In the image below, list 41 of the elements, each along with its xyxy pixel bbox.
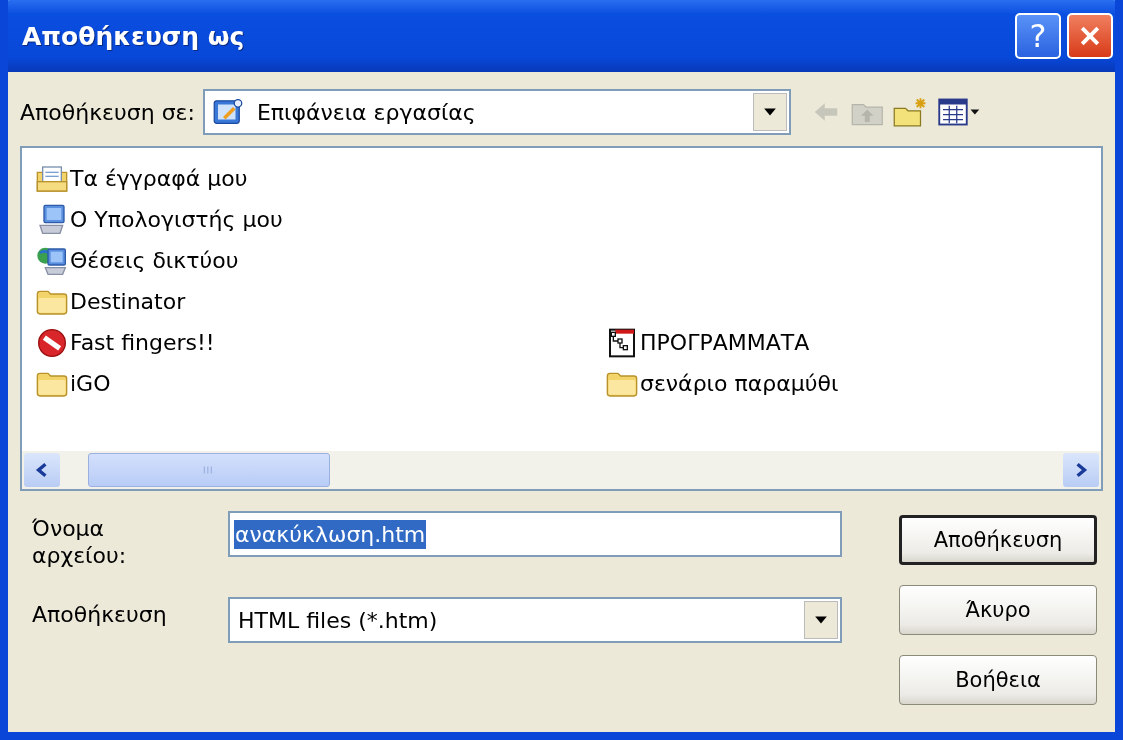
file-name: iGO [70,371,111,396]
file-name: Fast fingers!! [70,330,215,355]
dialog-button[interactable]: Άκυρο [899,585,1097,635]
prohibited-icon [36,326,68,359]
scroll-left-button[interactable] [24,453,60,487]
scroll-right-button[interactable] [1063,453,1099,487]
view-menu-icon [938,97,981,127]
file-name: ΠΡΟΓΡΑΜΜΑΤΑ [640,330,810,355]
help-button[interactable]: ? [1015,13,1061,59]
computer-icon [36,203,68,236]
scrollbar-thumb[interactable] [88,453,330,487]
new-folder-icon [893,97,929,127]
chevron-right-icon [1074,462,1088,478]
window-title: Αποθήκευση ως [22,21,245,51]
file-item[interactable]: Destinator [36,281,606,322]
save-in-dropdown[interactable]: Επιφάνεια εργασίας [202,89,791,135]
file-item[interactable]: iGO [36,363,606,404]
file-name: Destinator [70,289,186,314]
save-as-type-label: Αποθήκευση [32,601,168,628]
file-name: Θέσεις δικτύου [70,248,239,273]
file-name-field[interactable]: ανακύκλωση.htm [228,511,842,557]
desktop-icon [212,97,243,127]
dialog-button[interactable]: Βοήθεια [899,655,1097,705]
save-in-label: Αποθήκευση σε: [20,99,195,125]
file-item[interactable]: Ο Υπολογιστής μου [36,199,606,240]
file-item[interactable]: σενάριο παραμύθι [606,363,1086,404]
close-button[interactable] [1067,13,1113,59]
file-item[interactable]: ΠΡΟΓΡΑΜΜΑΤΑ [606,322,1086,363]
file-name-value: ανακύκλωση.htm [234,519,427,549]
dialog-button[interactable]: Αποθήκευση [899,515,1097,565]
file-type-dropdown[interactable]: HTML files (*.htm) [228,597,842,643]
file-item[interactable]: Fast fingers!! [36,322,606,363]
chevron-left-icon [35,462,49,478]
file-name-label: Όνομα αρχείου: [32,515,128,569]
file-name: σενάριο παραμύθι [640,371,839,396]
horizontal-scrollbar[interactable] [22,451,1101,489]
file-item[interactable]: Τα έγγραφά μου [36,158,606,199]
file-name: Ο Υπολογιστής μου [70,207,283,232]
file-name: Τα έγγραφά μου [70,166,248,191]
tree-diagram-icon [606,326,638,359]
file-item[interactable]: Θέσεις δικτύου [36,240,606,281]
